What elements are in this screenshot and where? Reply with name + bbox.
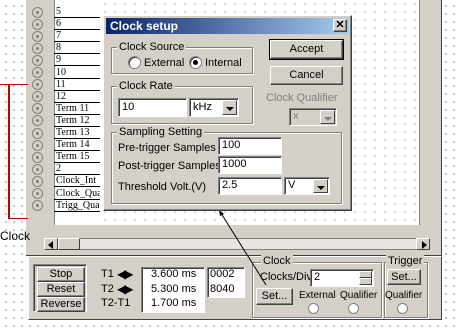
dialog-title: Clock setup [110, 19, 179, 33]
sampling-label: Sampling Setting [117, 126, 205, 138]
internal-radio[interactable] [189, 56, 202, 69]
clock-qualifier-select: x [289, 108, 337, 126]
clock-source-label: Clock Source [117, 41, 187, 53]
clock-rate-input[interactable]: 10 [118, 98, 187, 117]
internal-label: Internal [205, 57, 242, 69]
cancel-button[interactable]: Cancel [270, 66, 343, 85]
clock-rate-value: 10 [122, 101, 135, 113]
pre-trigger-value: 100 [222, 139, 241, 151]
external-radio[interactable] [128, 56, 141, 69]
chevron-down-icon[interactable] [313, 179, 328, 193]
pre-trigger-input[interactable]: 100 [218, 137, 282, 155]
post-trigger-value: 1000 [222, 158, 247, 170]
threshold-value: 2.5 [222, 179, 238, 191]
clock-rate-unit-select[interactable]: kHz [189, 98, 239, 117]
external-label: External [144, 57, 185, 69]
threshold-label: Threshold Volt.(V) [118, 181, 207, 193]
threshold-unit: V [288, 179, 296, 191]
accept-button[interactable]: Accept [269, 39, 344, 60]
post-trigger-label: Post-trigger Samples [118, 160, 221, 172]
chevron-down-icon[interactable] [222, 100, 237, 115]
threshold-unit-select[interactable]: V [284, 177, 330, 195]
clock-qualifier-label: Clock Qualifier [266, 92, 338, 104]
post-trigger-input[interactable]: 1000 [218, 156, 282, 174]
clock-qualifier-value: x [293, 110, 299, 122]
pre-trigger-label: Pre-trigger Samples [118, 142, 216, 154]
clock-rate-unit: kHz [193, 101, 212, 113]
threshold-input[interactable]: 2.5 [218, 177, 282, 195]
chevron-down-icon [320, 110, 335, 124]
dialog-titlebar: Clock setup ✕ [106, 18, 349, 34]
clock-setup-dialog: Clock setup ✕ Clock Source External Inte… [103, 15, 352, 211]
close-icon[interactable]: ✕ [333, 19, 347, 32]
clock-rate-label: Clock Rate [117, 80, 175, 92]
